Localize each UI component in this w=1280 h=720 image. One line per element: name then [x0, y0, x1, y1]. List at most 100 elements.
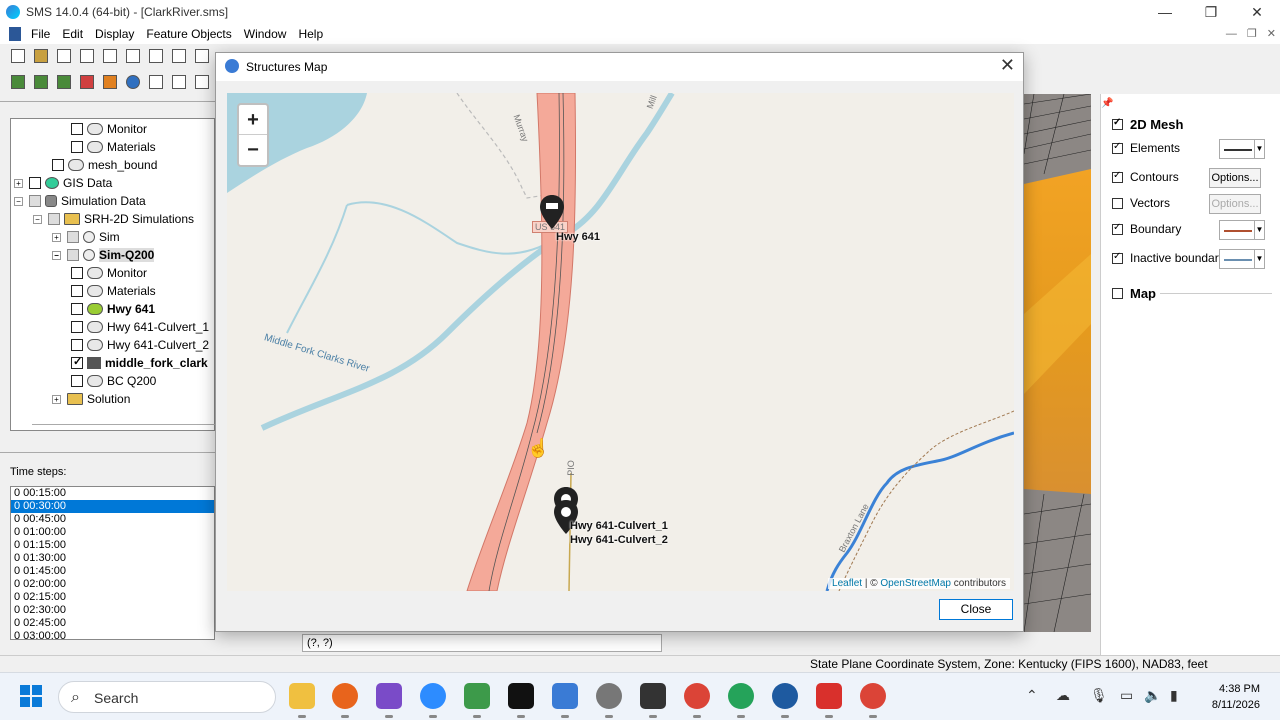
chart-module-icon[interactable] — [169, 72, 189, 92]
open-folder-icon[interactable] — [31, 46, 51, 66]
tree-checkbox[interactable] — [52, 159, 64, 171]
time-step-item[interactable]: 0 03:00:00 — [11, 630, 214, 639]
menu-window[interactable]: Window — [244, 27, 295, 41]
mdi-restore-icon[interactable]: ❐ — [1247, 24, 1257, 44]
tree-checkbox[interactable] — [71, 355, 83, 369]
microphone-icon[interactable]: 🎙 — [1090, 687, 1108, 704]
tree-checkbox[interactable] — [29, 177, 41, 189]
restore-button[interactable]: ❐ — [1188, 0, 1234, 24]
line-style-dropdown[interactable]: ▼ — [1219, 249, 1265, 269]
particle-module-icon[interactable] — [100, 72, 120, 92]
minimize-button[interactable]: — — [1142, 0, 1188, 24]
close-button[interactable]: Close — [939, 599, 1013, 620]
start-windows-icon[interactable] — [20, 685, 42, 707]
taskbar-search[interactable]: ⌕ Search — [58, 681, 276, 713]
pin-icon[interactable]: 📌 — [1101, 98, 1113, 109]
time-step-item[interactable]: 0 00:15:00 — [11, 487, 214, 500]
display-option-checkbox[interactable] — [1112, 170, 1123, 183]
time-step-item[interactable]: 0 02:30:00 — [11, 604, 214, 617]
network-icon[interactable]: ▭ — [1120, 687, 1133, 704]
panel-splitter[interactable] — [0, 452, 215, 453]
chat-app-icon[interactable] — [728, 683, 754, 718]
options-button[interactable]: Options... — [1209, 168, 1261, 188]
time-step-item[interactable]: 0 00:30:00 — [11, 500, 214, 513]
zoom-out-button[interactable]: − — [239, 135, 267, 165]
chrome-profile-icon[interactable] — [860, 683, 886, 718]
tree-expander-icon[interactable]: + — [52, 232, 61, 242]
tree-expander-icon[interactable]: − — [14, 196, 23, 206]
firefox-icon[interactable] — [332, 683, 358, 718]
tree-checkbox[interactable] — [29, 195, 41, 207]
time-step-item[interactable]: 0 00:45:00 — [11, 513, 214, 526]
new-file-icon[interactable] — [8, 46, 28, 66]
time-step-item[interactable]: 0 01:15:00 — [11, 539, 214, 552]
cloud-icon[interactable]: ☁ — [1056, 687, 1070, 704]
chrome-icon[interactable] — [684, 683, 710, 718]
notepad-plus-icon[interactable] — [464, 683, 490, 718]
time-steps-list[interactable]: 0 00:15:00 0 00:30:00 0 00:45:00 0 01:00:00… — [10, 486, 215, 640]
graphics-window[interactable] — [1024, 94, 1091, 632]
save-icon[interactable] — [54, 46, 74, 66]
zoom-in-button[interactable]: + — [239, 105, 267, 135]
dialog-close-x[interactable]: ✕ — [1000, 55, 1015, 76]
line-style-dropdown[interactable]: ▼ — [1219, 220, 1265, 240]
options-icon[interactable] — [192, 46, 212, 66]
tree-expander-icon[interactable]: + — [52, 394, 61, 404]
tree-item[interactable]: mesh_bound — [52, 156, 157, 174]
sms-browser-icon[interactable] — [772, 683, 798, 718]
gis-module-icon[interactable] — [123, 72, 143, 92]
osm-link[interactable]: OpenStreetMap — [880, 578, 951, 589]
tree-expander-icon[interactable]: − — [33, 214, 42, 224]
tree-item[interactable]: BC Q200 — [71, 372, 156, 390]
mdi-minimize-icon[interactable]: — — [1226, 24, 1237, 44]
tree-checkbox[interactable] — [67, 249, 79, 261]
print-icon[interactable] — [77, 46, 97, 66]
close-window-button[interactable]: ✕ — [1234, 0, 1280, 24]
delete-icon[interactable] — [100, 46, 120, 66]
map-marker-icon[interactable] — [539, 195, 565, 229]
frame-icon[interactable] — [123, 46, 143, 66]
tree-item[interactable]: Monitor — [71, 264, 147, 282]
tree-checkbox[interactable] — [71, 285, 83, 297]
chevron-up-icon[interactable]: ⌃ — [1026, 687, 1038, 704]
time-step-item[interactable]: 0 02:45:00 — [11, 617, 214, 630]
tree-item[interactable]: − Sim-Q200 — [52, 246, 155, 264]
tools-icon[interactable] — [192, 72, 212, 92]
time-step-item[interactable]: 0 01:00:00 — [11, 526, 214, 539]
tree-item[interactable]: Hwy 641-Culvert_1 — [71, 318, 209, 336]
line-style-dropdown[interactable]: ▼ — [1219, 139, 1265, 159]
menu-edit[interactable]: Edit — [62, 27, 91, 41]
tree-item[interactable]: + GIS Data — [14, 174, 112, 192]
tree-item[interactable]: + Sim — [52, 228, 120, 246]
settings-icon[interactable] — [596, 683, 622, 718]
map-module-icon[interactable] — [146, 72, 166, 92]
mesh-module-icon[interactable] — [8, 72, 28, 92]
pycharm-icon[interactable] — [508, 683, 534, 718]
grid-module-icon[interactable] — [54, 72, 74, 92]
tree-checkbox[interactable] — [71, 141, 83, 153]
tree-checkbox[interactable] — [71, 303, 83, 315]
volume-icon[interactable]: 🔈 — [1144, 687, 1161, 704]
tree-checkbox[interactable] — [67, 231, 79, 243]
tree-item[interactable]: Materials — [71, 282, 156, 300]
terminal-icon[interactable] — [640, 683, 666, 718]
menu-file[interactable]: File — [31, 27, 58, 41]
tree-checkbox[interactable] — [48, 213, 60, 225]
sms-taskbar-icon[interactable] — [552, 683, 578, 718]
mdi-close-icon[interactable]: ✕ — [1267, 24, 1276, 44]
tree-item[interactable]: + Solution — [52, 390, 130, 408]
tree-expander-icon[interactable]: − — [52, 250, 61, 260]
tree-checkbox[interactable] — [71, 375, 83, 387]
time-step-item[interactable]: 0 01:45:00 — [11, 565, 214, 578]
visual-studio-icon[interactable] — [376, 683, 402, 718]
zoom-icon[interactable] — [146, 46, 166, 66]
raster-module-icon[interactable] — [77, 72, 97, 92]
display-option-checkbox[interactable] — [1112, 197, 1123, 209]
system-clock[interactable]: 4:38 PM 8/11/2026 — [1188, 681, 1260, 713]
tree-item[interactable]: Hwy 641 — [71, 300, 155, 318]
menu-feature-objects[interactable]: Feature Objects — [146, 27, 239, 41]
tree-checkbox[interactable] — [71, 339, 83, 351]
display-option-checkbox[interactable] — [1112, 141, 1123, 154]
display-option-checkbox[interactable] — [1112, 251, 1123, 264]
leaflet-map[interactable]: + − Middle Fork Clarks River Murray US 6… — [227, 93, 1014, 591]
